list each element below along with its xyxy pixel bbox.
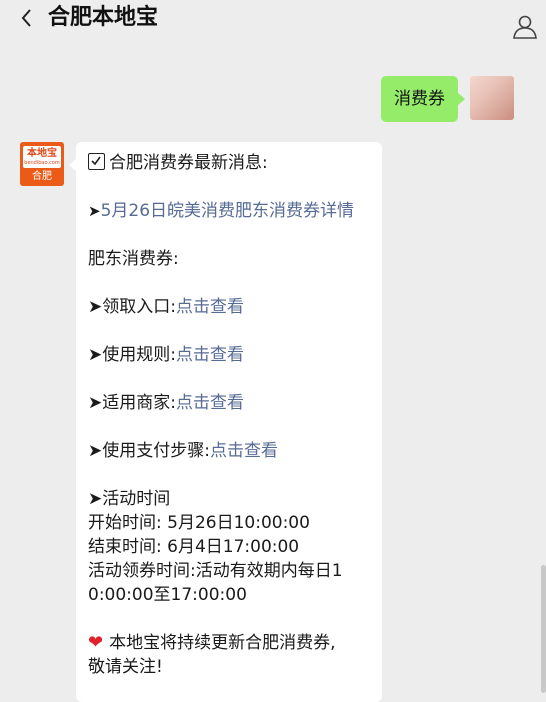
claim-time-line-2: 0:00:00至17:00:00 — [88, 585, 247, 605]
list-item: ➤使用支付步骤:点击查看 — [88, 439, 370, 463]
arrow-icon: ➤ — [88, 202, 101, 220]
bot-avatar[interactable]: 本地宝 bendibao.com 合肥 — [20, 142, 64, 186]
list-item: ➤使用规则:点击查看 — [88, 343, 370, 367]
news-link-line: ➤5月26日皖美消费肥东消费券详情 — [88, 199, 370, 223]
list-item: ➤适用商家:点击查看 — [88, 391, 370, 415]
activity-title: ➤活动时间 — [88, 489, 171, 509]
item-label: ➤适用商家: — [88, 393, 176, 413]
message-heading-line: 合肥消费券最新消息: — [88, 151, 370, 175]
incoming-message-bubble: 合肥消费券最新消息: ➤5月26日皖美消费肥东消费券详情 肥东消费券: ➤领取入… — [69, 142, 382, 702]
view-link[interactable]: 点击查看 — [176, 345, 244, 365]
footer-text-1: 本地宝将持续更新合肥消费券, — [109, 633, 336, 653]
heart-icon: ❤ — [88, 632, 104, 653]
back-button[interactable] — [16, 6, 42, 32]
item-label: ➤使用规则: — [88, 345, 176, 365]
message-heading: 合肥消费券最新消息: — [109, 153, 268, 173]
item-label: ➤领取入口: — [88, 297, 176, 317]
view-link[interactable]: 点击查看 — [176, 393, 244, 413]
news-link[interactable]: 5月26日皖美消费肥东消费券详情 — [101, 201, 354, 221]
logo-subtext: bendibao.com — [24, 160, 60, 166]
logo-city: 合肥 — [32, 171, 52, 182]
chat-header: 合肥本地宝 — [0, 0, 546, 52]
footer-text-2: 敬请关注! — [88, 657, 163, 677]
item-label: ➤使用支付步骤: — [88, 441, 210, 461]
scrollbar[interactable] — [541, 565, 546, 693]
person-icon — [513, 15, 537, 39]
claim-time-line-1: 活动领券时间:活动有效期内每日1 — [88, 561, 343, 581]
view-link[interactable]: 点击查看 — [210, 441, 278, 461]
start-time: 开始时间: 5月26日10:00:00 — [88, 513, 310, 533]
end-time: 结束时间: 6月4日17:00:00 — [88, 537, 300, 557]
outgoing-message-bubble[interactable]: 消费券 — [381, 76, 465, 122]
profile-button[interactable] — [512, 13, 538, 39]
view-link[interactable]: 点击查看 — [176, 297, 244, 317]
section-title: 肥东消费券: — [88, 249, 179, 269]
footer-line-1: ❤ 本地宝将持续更新合肥消费券, — [88, 631, 370, 655]
user-avatar[interactable] — [470, 76, 514, 120]
list-item: ➤领取入口:点击查看 — [88, 295, 370, 319]
checkbox-icon — [88, 153, 105, 170]
chevron-left-icon — [21, 9, 31, 27]
page-title: 合肥本地宝 — [48, 5, 159, 30]
